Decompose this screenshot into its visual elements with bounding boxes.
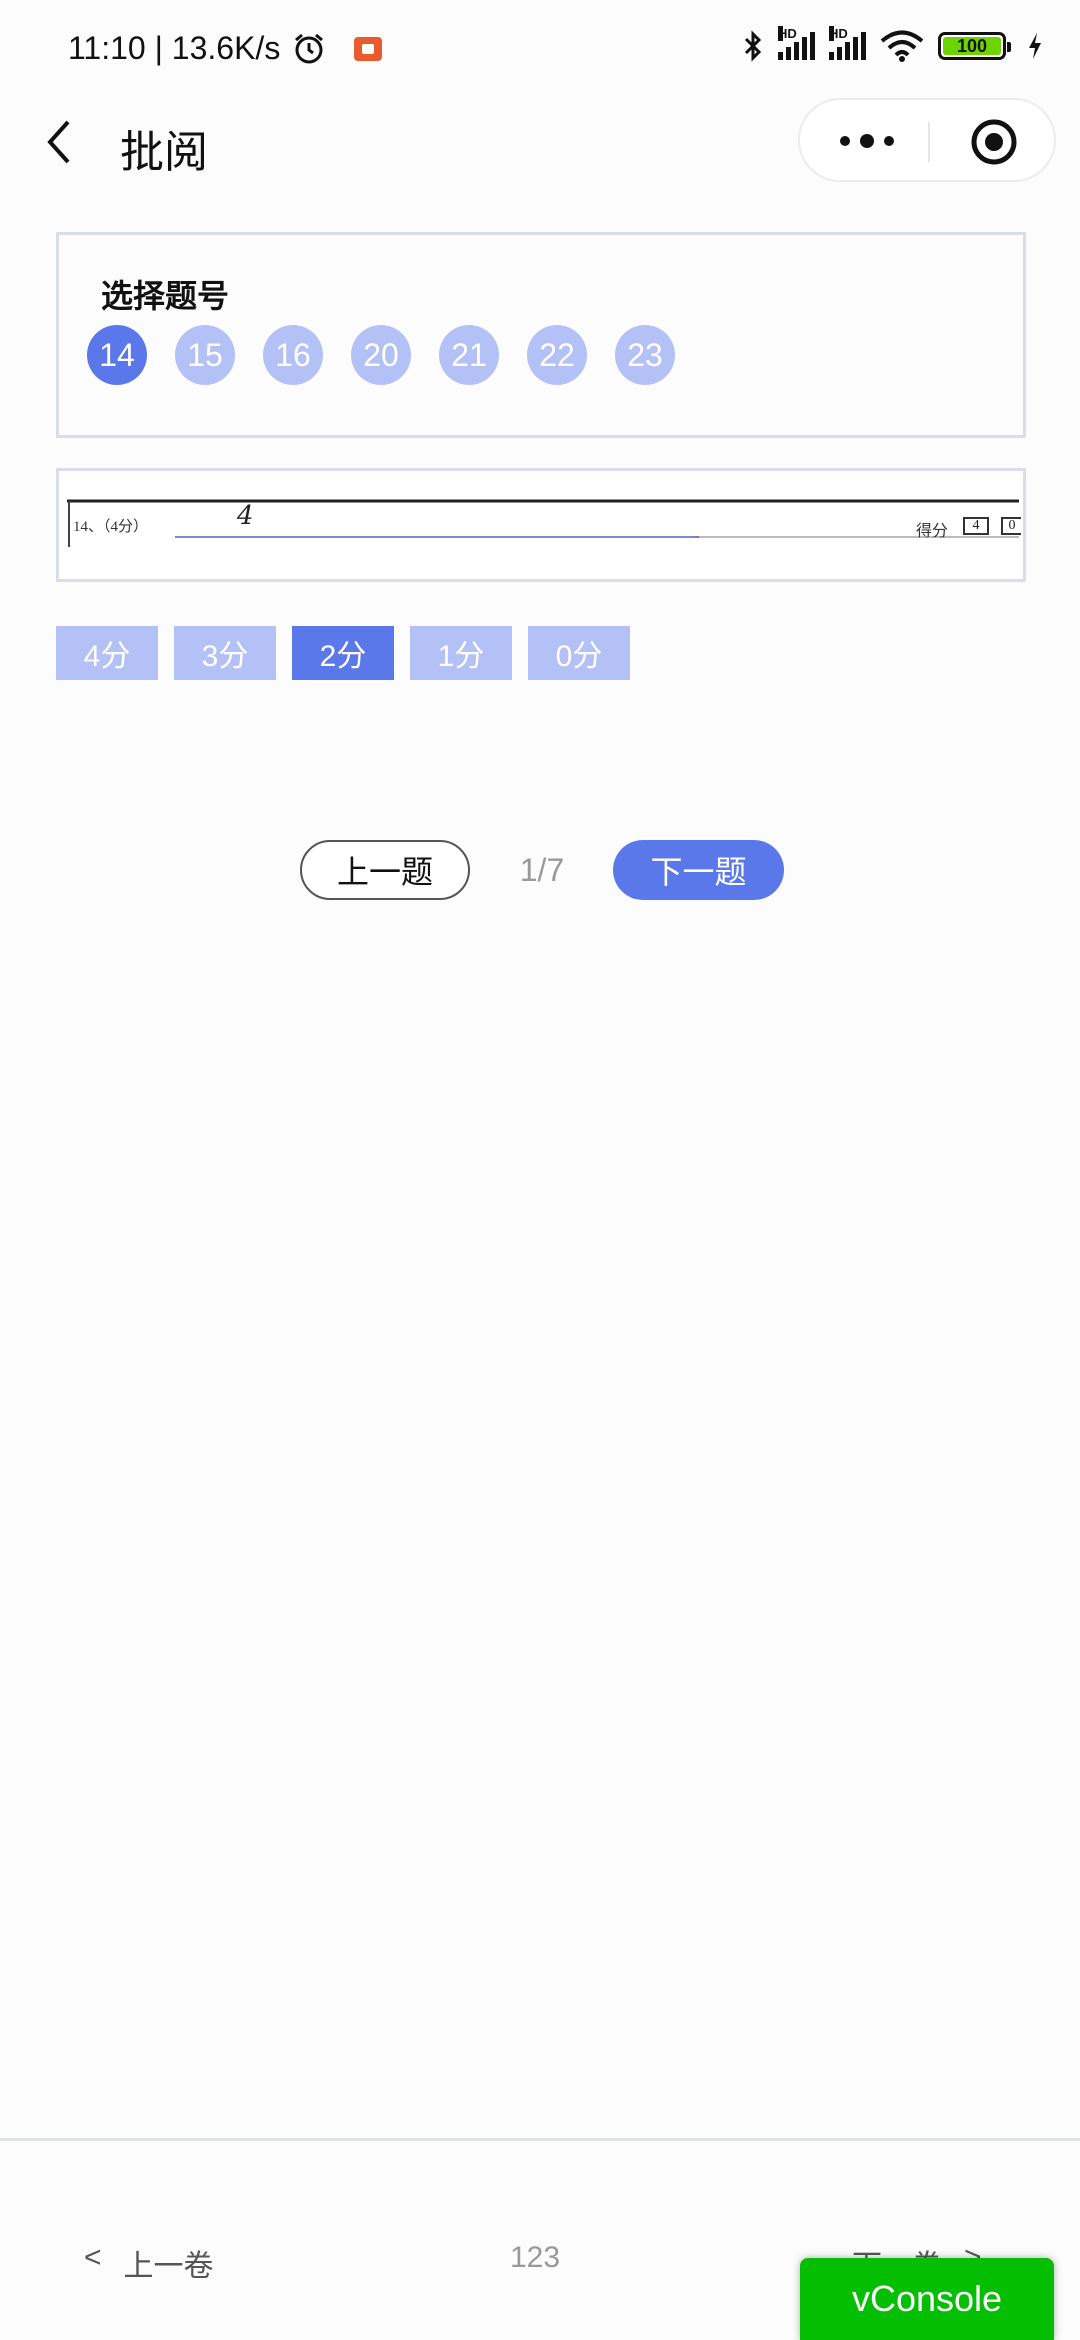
score-button[interactable]: 4分	[56, 626, 158, 680]
more-icon[interactable]	[832, 126, 902, 156]
page-indicator: 1/7	[519, 851, 565, 888]
question-select-card: 选择题号 14 15 16 20 21 22 23	[56, 232, 1026, 438]
page-title: 批阅	[120, 128, 208, 177]
screen-record-icon	[354, 36, 383, 61]
question-select-title: 选择题号	[101, 278, 230, 314]
score-button[interactable]: 2分	[292, 626, 394, 680]
vconsole-button[interactable]: vConsole	[800, 2258, 1054, 2340]
score-button[interactable]: 1分	[410, 626, 512, 680]
paper-id: 123	[510, 2241, 561, 2274]
bluetooth-icon	[744, 30, 762, 62]
score-box-2: 0	[1001, 517, 1021, 535]
score-button[interactable]: 0分	[528, 626, 630, 680]
status-bar: 11:10 | 13.6K/s HD HD 100	[0, 0, 1080, 100]
score-label: 得分	[916, 523, 949, 540]
wifi-icon	[880, 30, 924, 62]
close-miniprogram-icon[interactable]	[970, 118, 1018, 166]
question-label: 14、（4分）	[73, 519, 149, 535]
question-number-button[interactable]: 20	[351, 325, 411, 385]
prev-question-button[interactable]: 上一题	[300, 840, 470, 900]
question-number-button[interactable]: 22	[527, 325, 587, 385]
score-button[interactable]: 3分	[174, 626, 276, 680]
miniprogram-capsule	[798, 98, 1056, 182]
back-arrow-icon[interactable]	[40, 118, 80, 166]
score-options: 4分 3分 2分 1分 0分	[56, 626, 630, 680]
nav-bar: 批阅	[0, 96, 1080, 188]
prev-arrow-icon: <	[84, 2241, 102, 2274]
status-right: HD HD 100	[742, 26, 1044, 62]
alarm-icon	[295, 33, 324, 63]
signal-icon-1: HD	[778, 26, 815, 60]
question-number-button[interactable]: 23	[615, 325, 675, 385]
status-time-speed: 11:10 | 13.6K/s	[68, 30, 281, 66]
hd-label-1: HD	[778, 26, 797, 41]
next-question-button[interactable]: 下一题	[613, 840, 784, 900]
signal-icon-2: HD	[829, 26, 866, 60]
question-number-button[interactable]: 16	[263, 325, 323, 385]
question-number-button[interactable]: 21	[439, 325, 499, 385]
status-left: 11:10 | 13.6K/s	[68, 30, 383, 67]
handwritten-answer: 4	[237, 501, 254, 531]
question-number-button[interactable]: 15	[175, 325, 235, 385]
answer-image: 14、（4分） 4 得分 4 0	[56, 468, 1026, 582]
prev-paper-button[interactable]: < 上一卷	[84, 2241, 214, 2285]
answer-scan-lines	[67, 499, 1019, 547]
question-number-list: 14 15 16 20 21 22 23	[87, 325, 675, 385]
hd-label-2: HD	[829, 26, 848, 41]
prev-paper-label: 上一卷	[123, 2250, 214, 2283]
question-pager: 上一题 1/7 下一题	[0, 840, 1080, 900]
capsule-divider	[928, 122, 930, 162]
question-number-button[interactable]: 14	[87, 325, 147, 385]
battery-icon: 100	[938, 32, 1011, 60]
score-box: 4	[963, 517, 989, 535]
battery-level: 100	[956, 35, 988, 56]
charging-icon	[1029, 33, 1041, 59]
